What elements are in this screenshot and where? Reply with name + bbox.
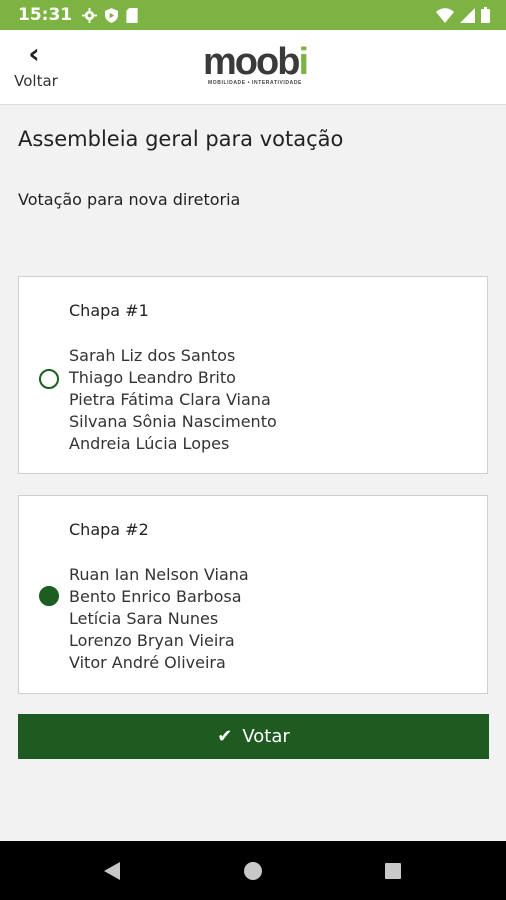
- battery-icon: [481, 7, 490, 23]
- member-name: Andreia Lúcia Lopes: [69, 434, 230, 453]
- page-subtitle: Votação para nova diretoria: [18, 190, 241, 209]
- nav-back-button[interactable]: [77, 841, 147, 900]
- member-name: Bento Enrico Barbosa: [69, 587, 242, 606]
- logo-accent: i: [298, 41, 308, 83]
- radio-unchecked-icon[interactable]: [39, 369, 59, 389]
- wifi-icon: [436, 7, 454, 23]
- status-time: 15:31: [18, 5, 73, 25]
- radio-checked-icon[interactable]: [39, 586, 59, 606]
- page-title: Assembleia geral para votação: [18, 127, 344, 151]
- app-bar: ‹ Voltar moobi MOBILIDADE • INTERATIVIDA…: [0, 30, 506, 105]
- vote-button-label: Votar: [242, 726, 290, 747]
- chevron-left-icon: ‹: [28, 37, 40, 70]
- system-nav-bar: [0, 841, 506, 900]
- moobi-logo: moobi MOBILIDADE • INTERATIVIDADE: [200, 41, 310, 94]
- logo-tagline: MOBILIDADE • INTERATIVIDADE: [208, 80, 302, 86]
- member-name: Lorenzo Bryan Vieira: [69, 631, 235, 650]
- member-list: Ruan Ian Nelson Viana Bento Enrico Barbo…: [69, 564, 249, 674]
- member-name: Vitor André Oliveira: [69, 653, 226, 672]
- option-card-chapa-1[interactable]: Chapa #1 Sarah Liz dos Santos Thiago Lea…: [18, 276, 488, 474]
- option-title: Chapa #2: [69, 520, 149, 539]
- member-name: Sarah Liz dos Santos: [69, 346, 236, 365]
- sd-card-icon: [126, 7, 138, 23]
- member-name: Thiago Leandro Brito: [69, 368, 236, 387]
- home-circle-icon: [244, 861, 262, 880]
- member-list: Sarah Liz dos Santos Thiago Leandro Brit…: [69, 345, 277, 455]
- recents-square-icon: [385, 862, 401, 879]
- member-name: Silvana Sônia Nascimento: [69, 412, 277, 431]
- logo-text: moob: [203, 41, 300, 83]
- check-icon: ✔: [217, 725, 233, 747]
- shield-icon: [105, 7, 119, 23]
- member-name: Letícia Sara Nunes: [69, 609, 219, 628]
- back-button[interactable]: ‹ Voltar: [10, 40, 62, 96]
- nav-recents-button[interactable]: [358, 841, 428, 900]
- back-label: Voltar: [14, 72, 58, 90]
- signal-icon: [460, 7, 475, 23]
- gear-icon: [82, 7, 98, 23]
- back-triangle-icon: [104, 861, 120, 880]
- option-title: Chapa #1: [69, 301, 149, 320]
- member-name: Ruan Ian Nelson Viana: [69, 565, 249, 584]
- member-name: Pietra Fátima Clara Viana: [69, 390, 271, 409]
- option-card-chapa-2[interactable]: Chapa #2 Ruan Ian Nelson Viana Bento Enr…: [18, 495, 488, 694]
- nav-home-button[interactable]: [218, 841, 288, 900]
- status-bar: 15:31: [0, 0, 506, 30]
- vote-button[interactable]: ✔ Votar: [18, 714, 489, 759]
